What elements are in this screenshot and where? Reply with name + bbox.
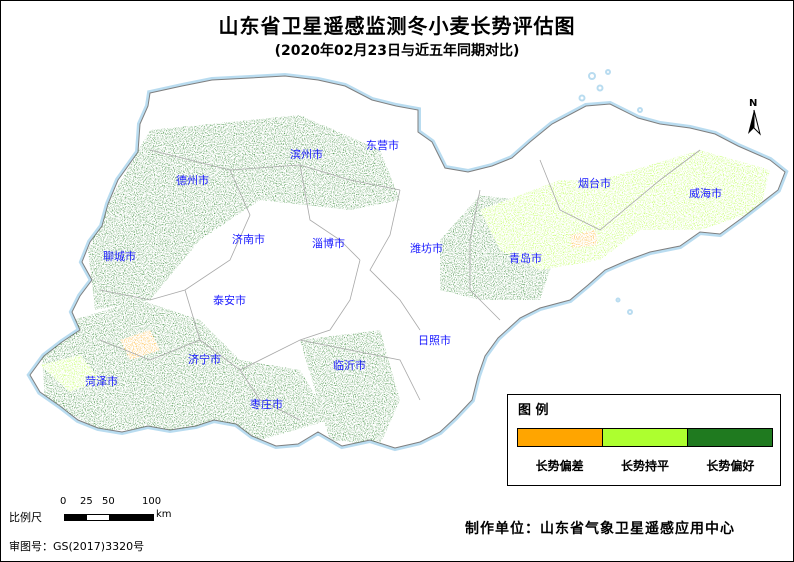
city-label: 潍坊市	[410, 242, 443, 255]
legend-swatch	[687, 429, 772, 446]
scale-tick: 25	[80, 496, 93, 507]
legend-box: 图 例 长势偏差 长势持平 长势偏好	[507, 394, 781, 486]
city-label: 济宁市	[188, 353, 221, 366]
legend-color-bar	[517, 428, 773, 447]
scale-tick: 50	[102, 496, 115, 507]
city-label: 威海市	[689, 187, 722, 200]
scale-tick: 100	[142, 496, 162, 507]
scale-label: 比例尺	[9, 511, 42, 524]
city-label: 济南市	[232, 233, 265, 246]
legend-swatch	[602, 429, 687, 446]
city-label: 烟台市	[578, 177, 611, 190]
legend-labels: 长势偏差 长势持平 长势偏好	[517, 457, 773, 474]
legend-label: 长势持平	[620, 459, 669, 473]
city-label: 菏泽市	[85, 375, 118, 388]
city-label: 泰安市	[213, 294, 246, 307]
producer-credit: 制作单位：山东省气象卫星遥感应用中心	[465, 521, 735, 537]
legend-swatch	[518, 429, 602, 446]
city-label: 滨州市	[290, 148, 323, 161]
city-label: 东营市	[366, 139, 399, 152]
scale-unit: km	[156, 509, 172, 520]
review-number: 审图号：GS(2017)3320号	[9, 540, 145, 553]
legend-label: 长势偏差	[535, 459, 584, 473]
scale-tick: 0	[60, 496, 67, 507]
city-label: 淄博市	[312, 237, 345, 250]
city-label: 临沂市	[333, 359, 366, 372]
city-label: 枣庄市	[250, 398, 283, 411]
city-label: 德州市	[176, 174, 209, 187]
city-label: 聊城市	[103, 250, 136, 263]
city-label: 日照市	[418, 334, 451, 347]
north-arrow-icon	[748, 109, 761, 136]
scale-bar	[64, 514, 154, 521]
city-label: 青岛市	[509, 252, 542, 265]
legend-label: 长势偏好	[706, 459, 755, 473]
legend-title: 图 例	[518, 403, 549, 418]
